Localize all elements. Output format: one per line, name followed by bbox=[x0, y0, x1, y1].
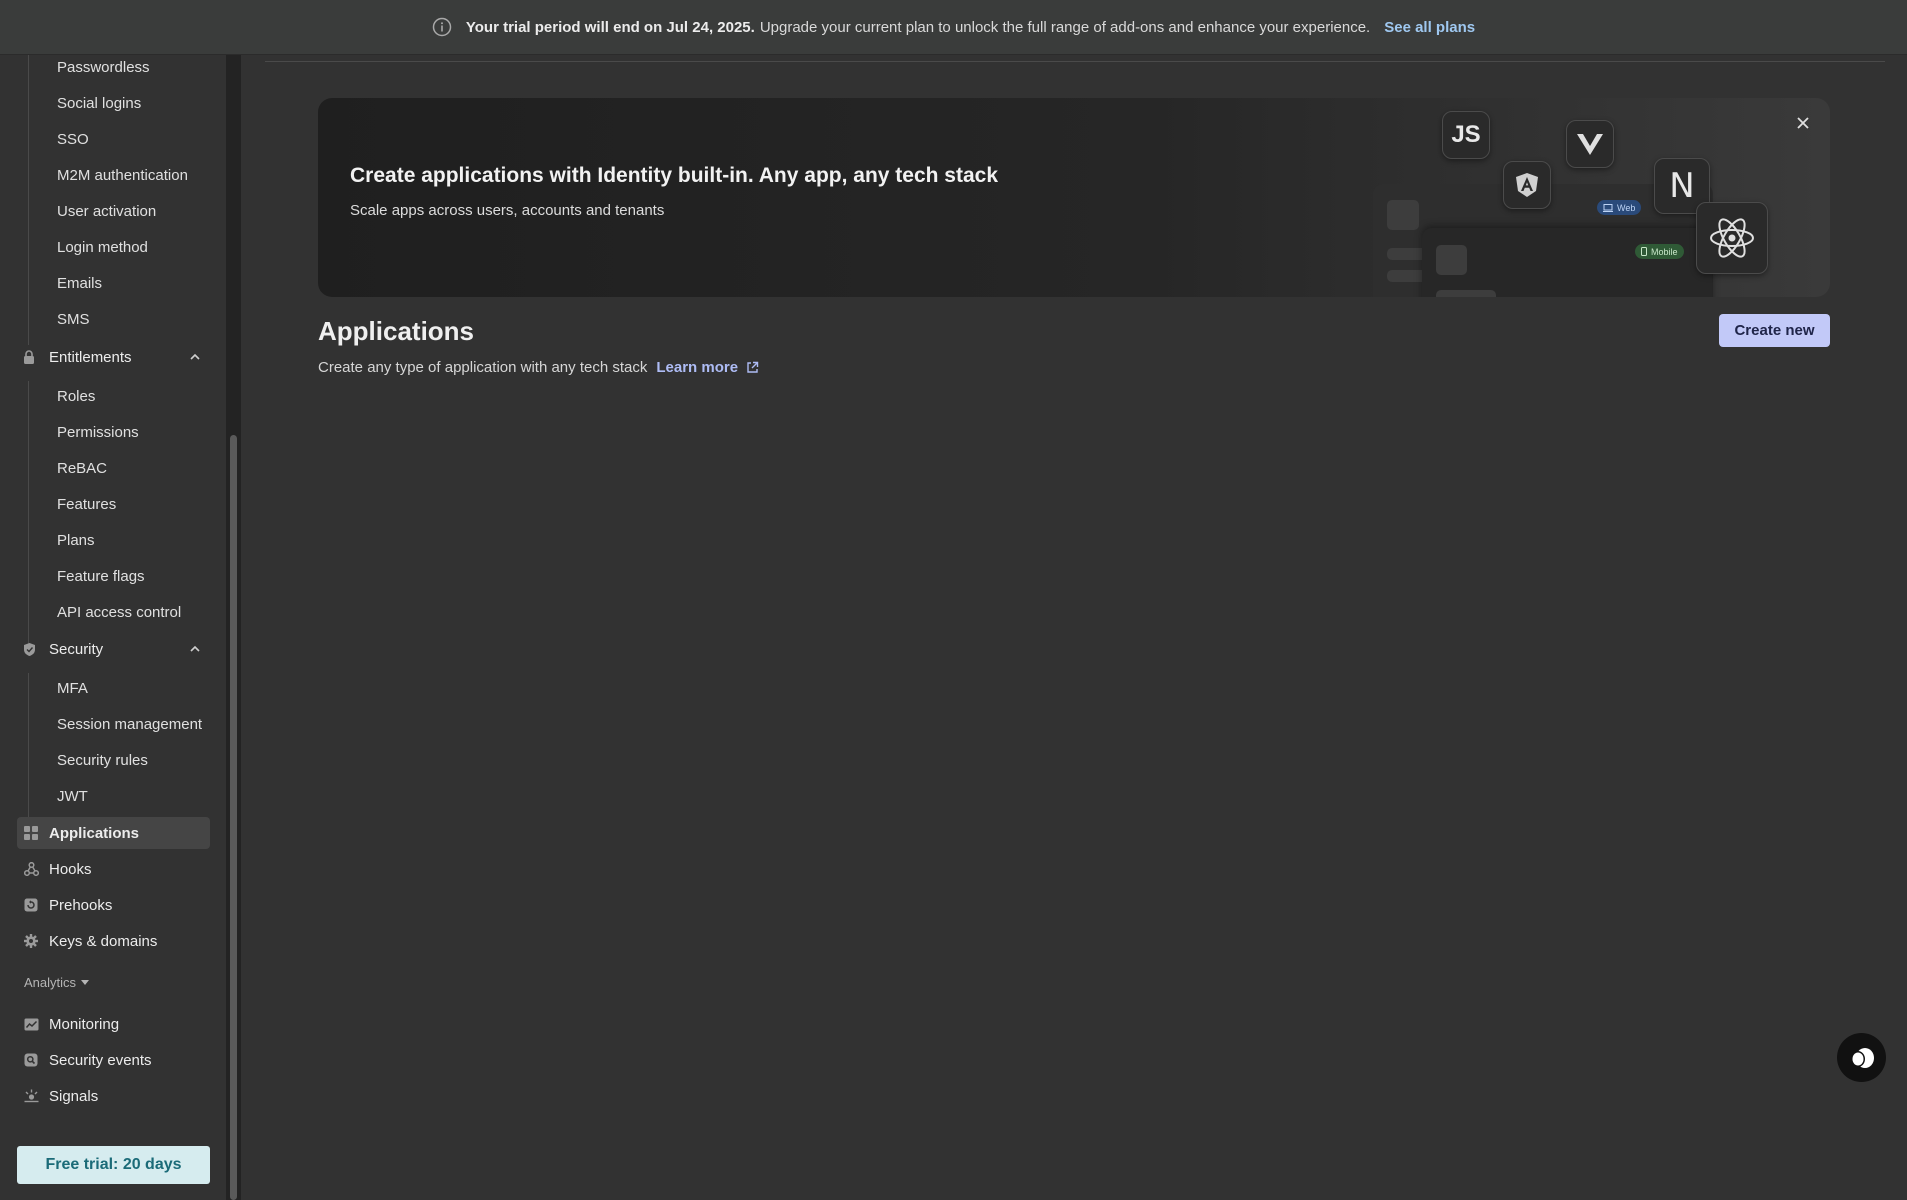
mobile-badge-label: Mobile bbox=[1651, 246, 1678, 257]
vue-logo-icon bbox=[1566, 120, 1614, 168]
react-logo-icon bbox=[1696, 202, 1768, 274]
sidebar-item-label: Security events bbox=[49, 1051, 152, 1069]
sidebar-item-api-access-control[interactable]: API access control bbox=[57, 598, 181, 628]
skeleton-block bbox=[1387, 270, 1427, 282]
sidebar-item-sms[interactable]: SMS bbox=[57, 305, 90, 335]
sidebar-item-applications[interactable]: Applications bbox=[17, 817, 210, 849]
sidebar-item-label: Monitoring bbox=[49, 1015, 120, 1033]
sidebar-item-label: Hooks bbox=[49, 860, 92, 878]
sidebar-item-social-logins[interactable]: Social logins bbox=[57, 89, 141, 119]
sidebar-item-rebac[interactable]: ReBAC bbox=[57, 454, 107, 484]
gear-icon bbox=[23, 933, 39, 949]
sidebar-item-signals[interactable]: Signals bbox=[17, 1080, 210, 1112]
sidebar-group-label: Security bbox=[49, 640, 104, 658]
hero-banner: Create applications with Identity built-… bbox=[318, 98, 1830, 297]
javascript-logo-icon: JS bbox=[1442, 111, 1490, 159]
angular-logo-icon bbox=[1503, 161, 1551, 209]
web-badge-label: Web bbox=[1617, 202, 1636, 213]
skeleton-block bbox=[1387, 200, 1419, 230]
mobile-badge: Mobile bbox=[1635, 244, 1684, 259]
trial-upgrade-text: Upgrade your current plan to unlock the … bbox=[759, 18, 1371, 36]
section-label: Analytics bbox=[24, 975, 77, 990]
nextjs-logo-text: N bbox=[1669, 166, 1695, 206]
trial-banner: Your trial period will end on Jul 24, 20… bbox=[0, 0, 1907, 55]
learn-more-link[interactable]: Learn more bbox=[656, 359, 759, 376]
page-subtitle: Create any type of application with any … bbox=[318, 359, 759, 376]
sidebar-group-security[interactable]: Security bbox=[18, 633, 210, 665]
see-all-plans-link[interactable]: See all plans bbox=[1384, 19, 1475, 36]
grid-icon bbox=[23, 825, 39, 841]
sidebar-item-emails[interactable]: Emails bbox=[57, 269, 102, 299]
chat-support-icon[interactable] bbox=[1837, 1033, 1886, 1082]
sidebar-item-label: Keys & domains bbox=[49, 932, 158, 950]
caret-down-icon bbox=[81, 980, 90, 985]
sidebar-group-label: Entitlements bbox=[49, 348, 132, 366]
tree-line bbox=[28, 673, 29, 833]
sidebar-item-label: Signals bbox=[49, 1087, 99, 1105]
sidebar-item-user-activation[interactable]: User activation bbox=[57, 197, 156, 227]
sidebar-item-permissions[interactable]: Permissions bbox=[57, 418, 139, 448]
sidebar-item-security-rules[interactable]: Security rules bbox=[57, 746, 148, 776]
sidebar-item-features[interactable]: Features bbox=[57, 490, 116, 520]
prehooks-icon bbox=[23, 897, 39, 913]
sidebar-item-prehooks[interactable]: Prehooks bbox=[17, 889, 210, 921]
sidebar-item-hooks[interactable]: Hooks bbox=[17, 853, 210, 885]
sidebar-item-login-method[interactable]: Login method bbox=[57, 233, 148, 263]
sidebar-item-monitoring[interactable]: Monitoring bbox=[17, 1008, 210, 1040]
trial-end-text: Your trial period will end on Jul 24, 20… bbox=[465, 18, 755, 36]
chevron-up-icon bbox=[188, 350, 202, 364]
sidebar-item-label: Prehooks bbox=[49, 896, 113, 914]
sidebar-scrollbar[interactable] bbox=[230, 435, 237, 1200]
chart-icon bbox=[23, 1016, 39, 1032]
sidebar-item-feature-flags[interactable]: Feature flags bbox=[57, 562, 145, 592]
javascript-logo-text: JS bbox=[1451, 121, 1481, 148]
page-title: Applications bbox=[318, 316, 475, 346]
chevron-up-icon bbox=[188, 642, 202, 656]
signals-icon bbox=[23, 1088, 39, 1104]
close-icon[interactable] bbox=[1792, 112, 1814, 134]
sidebar: Passwordless Social logins SSO M2M authe… bbox=[0, 55, 226, 1200]
sidebar-item-keys-domains[interactable]: Keys & domains bbox=[17, 925, 210, 957]
hooks-icon bbox=[23, 861, 39, 877]
skeleton-block bbox=[1436, 245, 1467, 275]
sidebar-section-analytics[interactable]: Analytics bbox=[24, 975, 90, 990]
search-shield-icon bbox=[23, 1052, 39, 1068]
sidebar-item-mfa[interactable]: MFA bbox=[57, 674, 88, 704]
web-badge: Web bbox=[1597, 200, 1642, 215]
sidebar-item-passwordless[interactable]: Passwordless bbox=[57, 53, 150, 83]
create-new-button[interactable]: Create new bbox=[1719, 314, 1830, 347]
sidebar-item-label: Applications bbox=[49, 824, 140, 842]
sidebar-group-entitlements[interactable]: Entitlements bbox=[18, 341, 210, 373]
sidebar-item-security-events[interactable]: Security events bbox=[17, 1044, 210, 1076]
skeleton-block bbox=[1436, 290, 1496, 297]
shield-icon bbox=[18, 641, 40, 657]
sidebar-item-sso[interactable]: SSO bbox=[57, 125, 89, 155]
divider bbox=[265, 61, 1885, 62]
page-subtitle-text: Create any type of application with any … bbox=[318, 359, 648, 376]
sidebar-item-roles[interactable]: Roles bbox=[57, 382, 95, 412]
learn-more-label: Learn more bbox=[656, 359, 739, 376]
sidebar-item-jwt[interactable]: JWT bbox=[57, 782, 88, 812]
laptop-icon bbox=[1603, 203, 1613, 212]
sidebar-item-plans[interactable]: Plans bbox=[57, 526, 95, 556]
tree-line bbox=[28, 381, 29, 649]
lock-icon bbox=[18, 349, 40, 365]
sidebar-item-session-management[interactable]: Session management bbox=[57, 710, 202, 740]
tree-line bbox=[28, 55, 29, 345]
free-trial-button[interactable]: Free trial: 20 days bbox=[17, 1146, 210, 1184]
hero-subtitle: Scale apps across users, accounts and te… bbox=[350, 202, 665, 219]
info-icon bbox=[432, 17, 452, 37]
hero-title: Create applications with Identity built-… bbox=[350, 164, 999, 187]
external-link-icon bbox=[747, 361, 759, 373]
skeleton-block bbox=[1387, 248, 1427, 260]
sidebar-item-m2m-authentication[interactable]: M2M authentication bbox=[57, 161, 188, 191]
phone-icon bbox=[1641, 247, 1647, 256]
